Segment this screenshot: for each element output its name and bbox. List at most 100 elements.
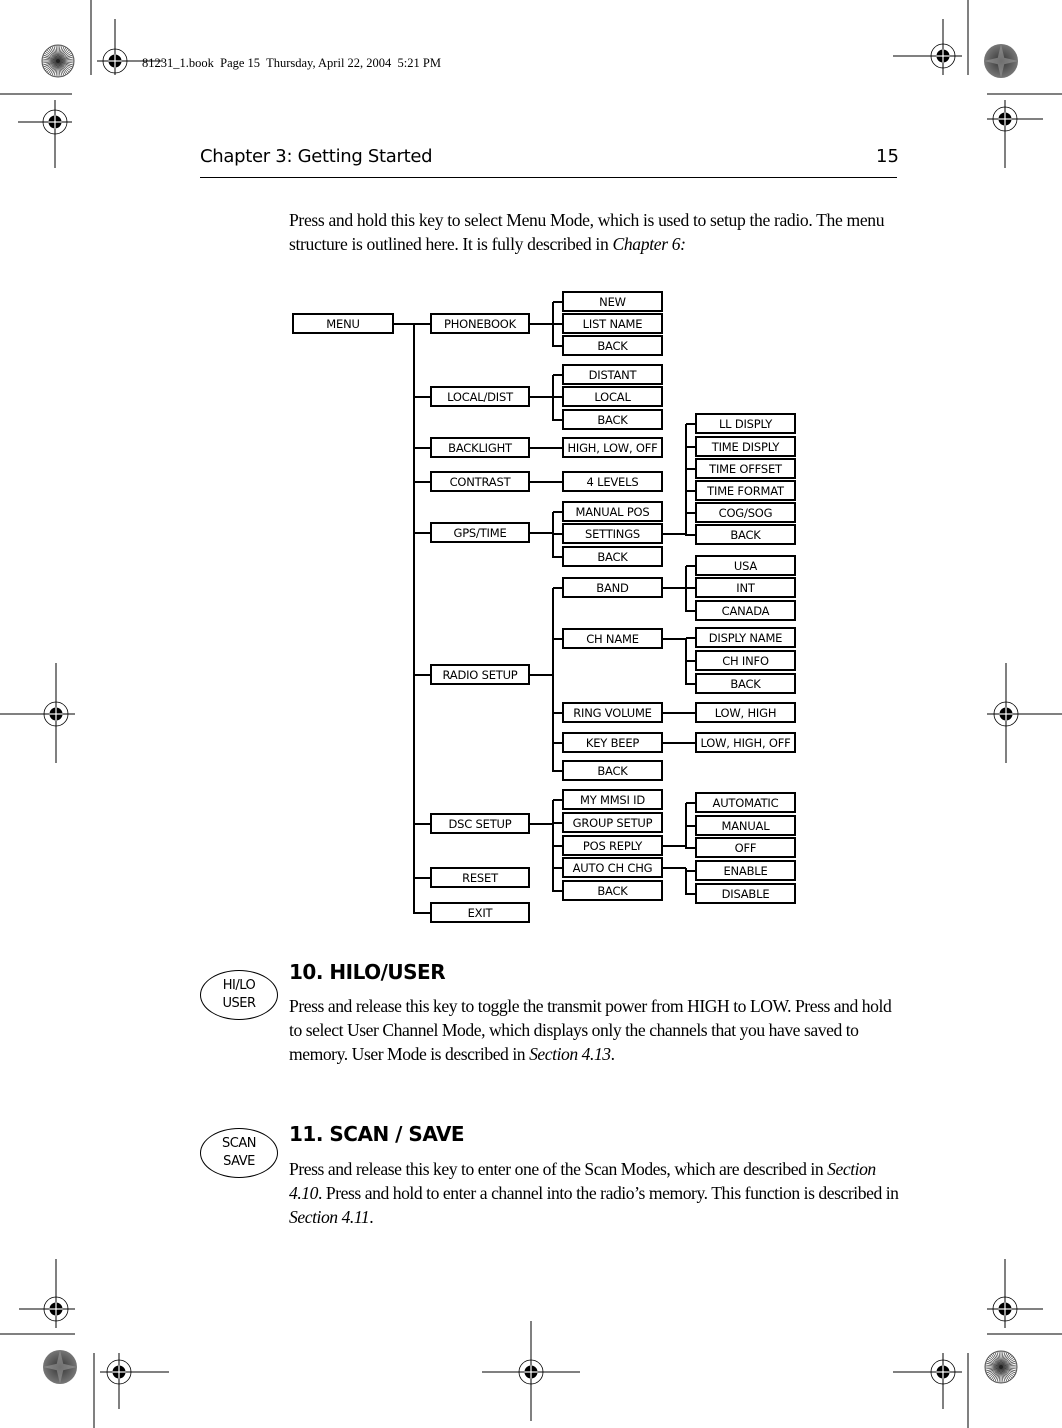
connector-line — [414, 911, 430, 914]
submenu-item-back: BACK — [562, 335, 663, 356]
scan-save-key-icon: SCAN SAVE — [200, 1128, 278, 1178]
submenu-item-pos-reply: POS REPLY — [562, 835, 663, 856]
option-usa: USA — [695, 555, 796, 576]
connector-line — [553, 741, 562, 744]
connector-line — [553, 418, 562, 421]
connector-line — [686, 659, 695, 662]
connector-line — [663, 741, 695, 744]
option-disply-name: DISPLY NAME — [695, 627, 796, 648]
connector-line — [685, 867, 687, 895]
option-time-format: TIME FORMAT — [695, 480, 796, 501]
connector-line — [686, 422, 695, 425]
submenu-item-group-setup: GROUP SETUP — [562, 812, 663, 833]
submenu-item-local: LOCAL — [562, 386, 663, 407]
option-enable: ENABLE — [695, 860, 796, 881]
connector-line — [552, 587, 554, 772]
connector-line — [553, 711, 562, 714]
connector-line — [686, 682, 695, 685]
connector-line — [553, 300, 562, 303]
submenu-item-4-levels: 4 LEVELS — [562, 471, 663, 492]
connector-line — [553, 510, 562, 513]
section-reference-link[interactable]: Section 4.11 — [289, 1207, 370, 1227]
connector-line — [553, 395, 562, 398]
connector-line — [686, 869, 695, 872]
option-manual: MANUAL — [695, 815, 796, 836]
submenu-item-new: NEW — [562, 291, 663, 312]
connector-line — [686, 609, 695, 612]
connector-line — [552, 374, 554, 421]
menu-item-radio-setup: RADIO SETUP — [430, 664, 530, 685]
connector-line — [686, 533, 695, 536]
submenu-item-manual-pos: MANUAL POS — [562, 501, 663, 522]
option-cog-sog: COG/SOG — [695, 502, 796, 523]
menu-item-gps-time: GPS/TIME — [430, 522, 530, 543]
connector-line — [553, 769, 562, 772]
option-automatic: AUTOMATIC — [695, 792, 796, 813]
connector-line — [552, 511, 554, 558]
connector-line — [685, 565, 687, 612]
submenu-item-settings: SETTINGS — [562, 523, 663, 544]
connector-line — [414, 876, 430, 879]
connector-line — [686, 801, 695, 804]
section-title-scan-save: 11. SCAN / SAVE — [289, 1122, 465, 1146]
hilo-user-key-icon: HI/LO USER — [200, 970, 278, 1020]
submenu-item-back: BACK — [562, 880, 663, 901]
connector-line — [663, 844, 686, 847]
menu-item-contrast: CONTRAST — [430, 471, 530, 492]
connector-line — [413, 323, 415, 914]
connector-line — [686, 846, 695, 849]
connector-line — [686, 564, 695, 567]
option-low-high-off: LOW, HIGH, OFF — [695, 732, 796, 753]
submenu-item-high-low-off: HIGH, LOW, OFF — [562, 437, 663, 458]
connector-line — [530, 395, 553, 398]
connector-line — [553, 798, 562, 801]
connector-line — [663, 532, 686, 535]
connector-line — [663, 637, 686, 640]
menu-item-phonebook: PHONEBOOK — [430, 313, 530, 334]
connector-line — [530, 322, 553, 325]
option-back: BACK — [695, 524, 796, 545]
option-low-high: LOW, HIGH — [695, 702, 796, 723]
connector-line — [530, 446, 562, 449]
connector-line — [414, 395, 430, 398]
connector-line — [663, 586, 686, 589]
option-ll-disply: LL DISPLY — [695, 413, 796, 434]
submenu-item-ring-volume: RING VOLUME — [562, 702, 663, 723]
option-time-disply: TIME DISPLY — [695, 436, 796, 457]
section-reference-link[interactable]: Section 4.13 — [529, 1044, 611, 1064]
menu-item-dsc-setup: DSC SETUP — [430, 813, 530, 834]
connector-line — [686, 445, 695, 448]
submenu-item-back: BACK — [562, 409, 663, 430]
submenu-item-my-mmsi-id: MY MMSI ID — [562, 789, 663, 810]
menu-item-exit: EXIT — [430, 902, 530, 923]
submenu-item-back: BACK — [562, 546, 663, 567]
connector-line — [553, 866, 562, 869]
connector-line — [686, 586, 695, 589]
connector-line — [553, 322, 562, 325]
submenu-item-key-beep: KEY BEEP — [562, 732, 663, 753]
connector-line — [686, 467, 695, 470]
connector-line — [414, 322, 430, 325]
connector-line — [663, 866, 686, 869]
submenu-item-band: BAND — [562, 577, 663, 598]
submenu-item-back: BACK — [562, 760, 663, 781]
connector-line — [414, 673, 430, 676]
connector-line — [686, 511, 695, 514]
menu-item-reset: RESET — [430, 867, 530, 888]
connector-line — [553, 821, 562, 824]
option-ch-info: CH INFO — [695, 650, 796, 671]
menu-root-box: MENU — [292, 313, 394, 334]
connector-line — [414, 480, 430, 483]
connector-line — [686, 636, 695, 639]
connector-line — [663, 711, 695, 714]
connector-line — [553, 373, 562, 376]
submenu-item-distant: DISTANT — [562, 364, 663, 385]
connector-line — [530, 673, 553, 676]
option-canada: CANADA — [695, 600, 796, 621]
option-int: INT — [695, 577, 796, 598]
option-off: OFF — [695, 837, 796, 858]
submenu-item-list-name: LIST NAME — [562, 313, 663, 334]
connector-line — [553, 586, 562, 589]
connector-line — [553, 637, 562, 640]
submenu-item-auto-ch-chg: AUTO CH CHG — [562, 857, 663, 878]
